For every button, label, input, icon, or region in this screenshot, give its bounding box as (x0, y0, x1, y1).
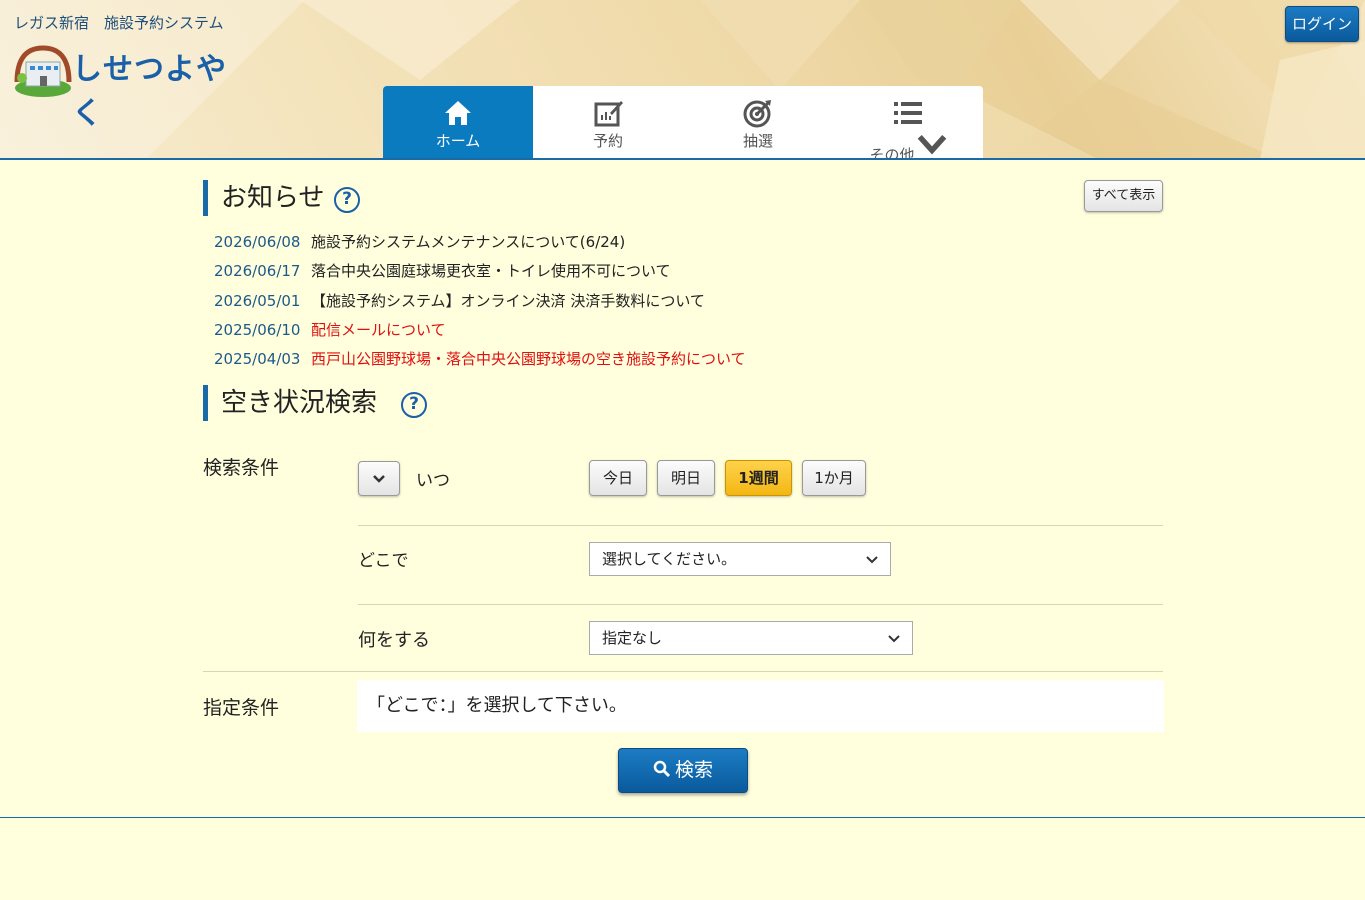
news-link[interactable]: 落合中央公園庭球場更衣室・トイレ使用不可について (311, 262, 671, 280)
date-button-tomorrow[interactable]: 明日 (657, 460, 715, 496)
search-icon (653, 760, 671, 778)
news-section-title: お知らせ (203, 180, 324, 216)
chevron-down-icon (373, 475, 385, 483)
footer-divider (0, 817, 1365, 818)
news-help-icon[interactable]: ? (334, 187, 360, 213)
divider (358, 525, 1163, 526)
nav-item-label: 予約 (592, 132, 623, 150)
nav-item-label: ホーム (435, 132, 481, 150)
news-link[interactable]: 西戸山公園野球場・落合中央公園野球場の空き施設予約について (311, 350, 746, 368)
chevron-down-icon (866, 556, 878, 564)
news-date: 2026/05/01 (214, 291, 301, 310)
news-item[interactable]: 2026/06/08 施設予約システムメンテナンスについて(6/24) (214, 230, 746, 259)
where-select[interactable]: 選択してください。 (589, 542, 891, 576)
chevron-down-icon (888, 635, 900, 643)
search-section-title: 空き状況検索 (203, 385, 377, 421)
nav-item-lottery[interactable]: 抽選 (683, 86, 833, 158)
date-button-today[interactable]: 今日 (589, 460, 647, 496)
news-item[interactable]: 2026/06/17 落合中央公園庭球場更衣室・トイレ使用不可について (214, 259, 746, 288)
news-date: 2026/06/17 (214, 262, 301, 281)
news-date: 2026/06/08 (214, 233, 301, 251)
where-label: どこで (358, 551, 409, 571)
nav-item-label: 抽選 (742, 132, 773, 150)
chevron-down-icon (917, 134, 946, 155)
conditions-label: 指定条件 (203, 697, 280, 719)
divider (358, 604, 1163, 605)
site-logo[interactable]: しせつよやく (14, 42, 234, 131)
nav-item-label-with-chevron: その他 (833, 130, 983, 158)
news-list: 2026/06/08 施設予約システムメンテナンスについて(6/24) 2026/… (214, 230, 746, 376)
news-item[interactable]: 2026/05/01 【施設予約システム】オンライン決済 決済手数料について (214, 289, 746, 318)
what-label: 何をする (358, 630, 430, 651)
news-date: 2025/06/10 (214, 320, 301, 339)
news-link[interactable]: 【施設予約システム】オンライン決済 決済手数料について (311, 292, 705, 310)
date-button-one-week[interactable]: 1週間 (725, 460, 792, 496)
nav-item-home[interactable]: ホーム (383, 86, 533, 158)
site-subtitle: レガス新宿 施設予約システム (14, 14, 224, 32)
site-header: レガス新宿 施設予約システム しせつよやく ログイン ホーム 予約 抽選 その他 (0, 0, 1365, 160)
login-button[interactable]: ログイン (1285, 6, 1359, 42)
criteria-label: 検索条件 (203, 457, 280, 479)
nav-item-other[interactable]: その他 (833, 86, 983, 158)
news-date: 2025/04/03 (214, 350, 301, 369)
news-link[interactable]: 施設予約システムメンテナンスについて(6/24) (311, 233, 625, 251)
search-button[interactable]: 検索 (618, 748, 748, 793)
nav-item-reservation[interactable]: 予約 (533, 86, 683, 158)
search-button-label: 検索 (674, 759, 713, 781)
logo-text: しせつよやく (72, 52, 227, 131)
target-icon (743, 100, 771, 128)
show-all-button[interactable]: すべて表示 (1084, 180, 1163, 212)
where-select-value: 選択してください。 (602, 550, 737, 568)
news-item[interactable]: 2025/04/03 西戸山公園野球場・落合中央公園野球場の空き施設予約について (214, 347, 746, 376)
what-select[interactable]: 指定なし (589, 621, 913, 655)
news-link[interactable]: 配信メールについて (311, 321, 446, 339)
list-icon (894, 102, 922, 124)
news-item[interactable]: 2025/06/10 配信メールについて (214, 318, 746, 347)
building-logo-icon (14, 45, 72, 97)
what-select-value: 指定なし (602, 629, 663, 647)
toggle-when-button[interactable] (358, 461, 400, 496)
divider (203, 671, 1163, 672)
main-nav: ホーム 予約 抽選 その他 (383, 86, 983, 158)
home-icon (445, 101, 471, 125)
edit-icon (594, 101, 623, 127)
search-help-icon[interactable]: ? (401, 392, 427, 418)
date-button-one-month[interactable]: 1か月 (802, 460, 866, 496)
nav-item-label: その他 (869, 146, 915, 158)
conditions-box: 「どこで：」を選択して下さい。 (357, 680, 1164, 732)
when-label: いつ (416, 471, 450, 491)
